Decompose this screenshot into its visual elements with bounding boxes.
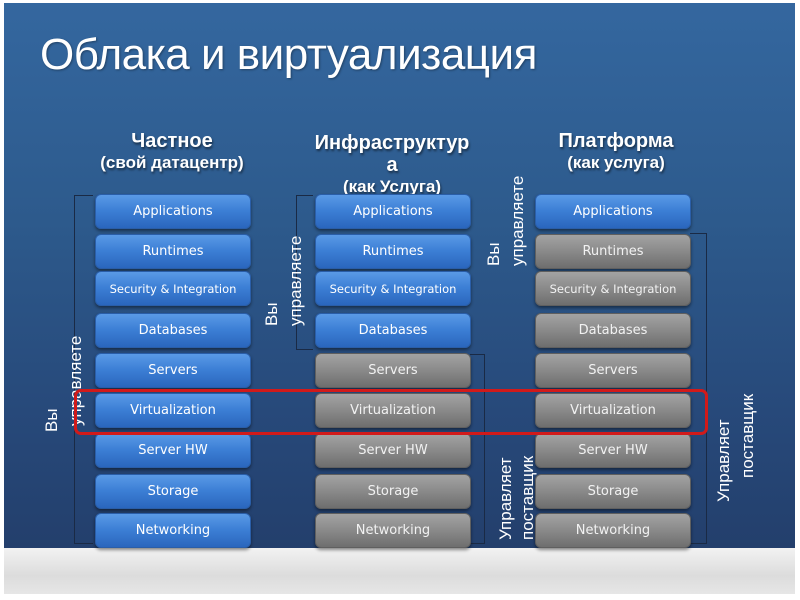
you-manage-label-paas-2: управляете bbox=[508, 176, 527, 266]
layer-iaas-runtimes: Runtimes bbox=[315, 234, 471, 269]
layer-iaas-applications: Applications bbox=[315, 194, 471, 229]
layer-private-networking: Networking bbox=[95, 513, 251, 548]
layer-paas-networking: Networking bbox=[535, 513, 691, 548]
you-manage-label-paas: Вы bbox=[484, 242, 503, 266]
layer-paas-server-hw: Server HW bbox=[535, 433, 691, 468]
vendor-manages-label-paas-2: поставщик bbox=[738, 394, 757, 478]
label-line2: поставщик bbox=[738, 393, 757, 478]
label-line1: Вы bbox=[484, 242, 503, 266]
you-manage-label-private: Вы bbox=[42, 408, 61, 432]
layer-private-runtimes: Runtimes bbox=[95, 234, 251, 269]
column-heading-line1: Инфраструктур bbox=[314, 132, 470, 154]
you-manage-label-iaas-2: управляете bbox=[286, 236, 305, 326]
layer-iaas-servers: Servers bbox=[315, 353, 471, 388]
layer-private-storage: Storage bbox=[95, 474, 251, 509]
vendor-manages-label-paas: Управляет bbox=[714, 419, 733, 502]
layer-iaas-storage: Storage bbox=[315, 474, 471, 509]
layer-iaas-networking: Networking bbox=[315, 513, 471, 548]
layer-paas-servers: Servers bbox=[535, 353, 691, 388]
you-manage-label-iaas: Вы bbox=[262, 302, 281, 326]
column-heading-line1: Платформа bbox=[558, 130, 674, 152]
virtualization-highlight-box bbox=[74, 389, 708, 435]
column-heading-iaas: Инфраструктур а (как Услуга) bbox=[282, 132, 502, 196]
column-heading-paas: Платформа (как услуга) bbox=[506, 130, 726, 174]
layer-paas-runtimes: Runtimes bbox=[535, 234, 691, 269]
layer-paas-storage: Storage bbox=[535, 474, 691, 509]
layer-private-security-integration: Security & Integration bbox=[95, 271, 251, 306]
vendor-manages-bracket-iaas bbox=[470, 354, 485, 544]
slide-footer-band bbox=[4, 548, 795, 594]
label-line1: Управляет bbox=[496, 457, 515, 540]
layer-paas-databases: Databases bbox=[535, 313, 691, 348]
column-heading-line3: (как Услуга) bbox=[342, 177, 442, 196]
layer-paas-security-integration: Security & Integration bbox=[535, 271, 691, 306]
slide-title: Облака и виртуализация bbox=[40, 30, 537, 79]
layer-paas-applications: Applications bbox=[535, 194, 691, 229]
column-heading-private: Частное (свой датацентр) bbox=[62, 130, 282, 174]
label-line1: Вы bbox=[42, 408, 61, 432]
label-line2: управляете bbox=[286, 235, 305, 326]
layer-private-server-hw: Server HW bbox=[95, 433, 251, 468]
layer-private-servers: Servers bbox=[95, 353, 251, 388]
column-heading-line2: (как услуга) bbox=[567, 153, 665, 172]
layer-private-applications: Applications bbox=[95, 194, 251, 229]
layer-iaas-server-hw: Server HW bbox=[315, 433, 471, 468]
label-line2: управляете bbox=[508, 175, 527, 266]
column-heading-line2: (свой датацентр) bbox=[100, 153, 244, 172]
column-heading-line2: а bbox=[386, 154, 398, 176]
layer-private-databases: Databases bbox=[95, 313, 251, 348]
layer-iaas-security-integration: Security & Integration bbox=[315, 271, 471, 306]
vendor-manages-label-iaas: Управляет bbox=[496, 457, 515, 540]
column-heading-line1: Частное bbox=[131, 130, 213, 152]
layer-iaas-databases: Databases bbox=[315, 313, 471, 348]
label-line1: Вы bbox=[262, 302, 281, 326]
label-line1: Управляет bbox=[714, 419, 733, 502]
